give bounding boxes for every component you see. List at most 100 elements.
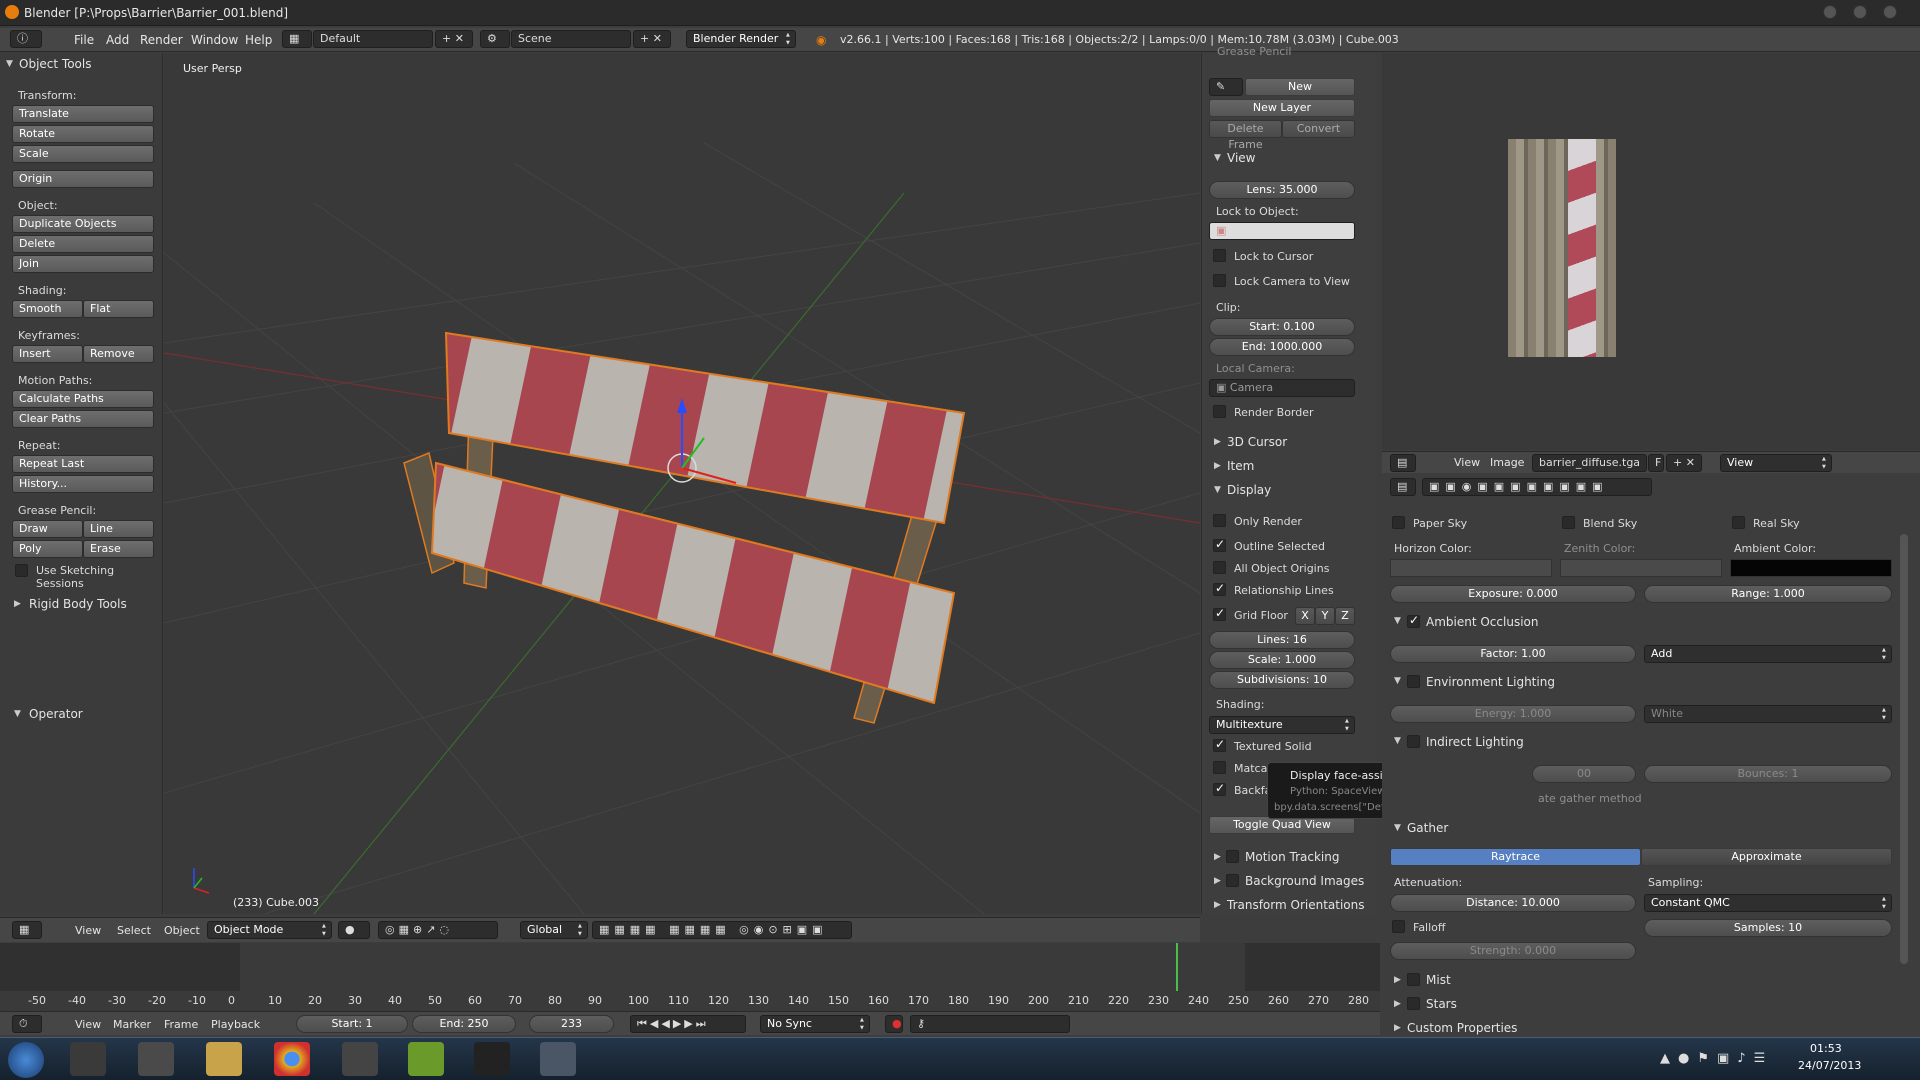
falloff-checkbox[interactable] (1392, 920, 1405, 933)
view-section-header[interactable]: View (1227, 151, 1255, 165)
grid-y-toggle[interactable]: Y (1315, 607, 1335, 625)
collapse-arrow-icon[interactable]: ▼ (1394, 676, 1401, 686)
transform-orientations-header[interactable]: Transform Orientations (1227, 898, 1365, 912)
gather-header[interactable]: Gather (1407, 821, 1448, 835)
local-camera-field[interactable]: ▣ Camera (1209, 379, 1355, 397)
grid-z-toggle[interactable]: Z (1335, 607, 1355, 625)
background-images-header[interactable]: Background Images (1245, 874, 1364, 888)
horizon-color-swatch[interactable] (1390, 559, 1552, 577)
bounces-field[interactable]: Bounces: 1 (1644, 765, 1892, 783)
distance-field[interactable]: Distance: 10.000 (1390, 894, 1636, 912)
collapse-arrow-icon[interactable]: ▼ (6, 59, 13, 69)
explorer-icon[interactable] (206, 1042, 242, 1076)
orientation-dropdown[interactable]: Global (520, 921, 588, 939)
fake-user-button[interactable]: F (1648, 454, 1664, 472)
mode-dropdown[interactable]: Object Mode (207, 921, 332, 939)
motion-tracking-header[interactable]: Motion Tracking (1245, 850, 1339, 864)
samples-field[interactable]: Samples: 10 (1644, 919, 1892, 937)
playback-menu[interactable]: Playback (211, 1018, 260, 1031)
item-header[interactable]: Item (1227, 459, 1254, 473)
window-app-icon[interactable] (70, 1042, 106, 1076)
clear-paths-button[interactable]: Clear Paths (12, 410, 154, 428)
draw-button[interactable]: Draw (12, 520, 83, 538)
new-layer-button[interactable]: New Layer (1209, 99, 1355, 117)
view-mode-dropdown[interactable]: View (1720, 454, 1832, 472)
menu-help[interactable]: Help (245, 33, 272, 47)
object-menu[interactable]: Object (164, 924, 200, 937)
strength-field[interactable]: Strength: 0.000 (1390, 942, 1636, 960)
menu-render[interactable]: Render (140, 33, 183, 47)
translate-button[interactable]: Translate (12, 105, 154, 123)
layout-add-remove[interactable]: + ✕ (435, 30, 473, 48)
image-editor-view[interactable] (1382, 53, 1920, 450)
scene-field[interactable]: Scene (511, 30, 631, 48)
mist-checkbox[interactable] (1407, 973, 1420, 986)
delete-frame-button[interactable]: Delete Frame (1209, 120, 1282, 151)
editor-type-icon[interactable]: ▦ (12, 921, 42, 939)
collapse-arrow-icon[interactable]: ▼ (1394, 736, 1401, 746)
lock-camera-checkbox[interactable] (1213, 274, 1226, 287)
render-border-checkbox[interactable] (1213, 405, 1226, 418)
start-button[interactable] (8, 1042, 44, 1078)
new-grease-button[interactable]: New (1245, 78, 1355, 96)
energy-field[interactable]: Energy: 1.000 (1390, 705, 1636, 723)
playback-controls[interactable]: ⏮◀◀▶▶⏭ (630, 1015, 746, 1033)
marker-menu[interactable]: Marker (113, 1018, 151, 1031)
display-header[interactable]: Display (1227, 483, 1271, 497)
indirect-lighting-checkbox[interactable] (1407, 735, 1420, 748)
matcap-checkbox[interactable] (1213, 761, 1226, 774)
blend-sky-checkbox[interactable] (1562, 516, 1575, 529)
scale-button[interactable]: Scale (12, 145, 154, 163)
scene-icon[interactable]: ⚙ (480, 30, 510, 48)
image-menu[interactable]: Image (1490, 456, 1524, 469)
system-tray-icons[interactable]: ▲●⚑▣♪☰ (1660, 1051, 1773, 1066)
expand-arrow-icon[interactable]: ▶ (1394, 999, 1401, 1009)
close-button[interactable] (1883, 5, 1897, 19)
layers-and-snapping[interactable]: ▦▦▦▦ ▦▦▦▦ ◎◉⊙⊞▣▣ (592, 921, 852, 939)
current-frame-marker[interactable] (1176, 943, 1178, 991)
grid-x-toggle[interactable]: X (1295, 607, 1315, 625)
expand-arrow-icon[interactable]: ▶ (1394, 1023, 1401, 1033)
record-icon[interactable]: ● (885, 1015, 903, 1033)
editor-type-icon[interactable]: ⓘ (10, 30, 42, 48)
image-add-remove[interactable]: + ✕ (1666, 454, 1702, 472)
shading-dropdown[interactable]: Multitexture (1209, 716, 1355, 734)
zenith-color-swatch[interactable] (1560, 559, 1722, 577)
render-engine-dropdown[interactable]: Blender Render (686, 30, 796, 48)
expand-arrow-icon[interactable]: ▶ (1214, 876, 1221, 886)
environment-lighting-checkbox[interactable] (1407, 675, 1420, 688)
steam-icon[interactable] (342, 1042, 378, 1076)
lock-object-field[interactable]: ▣ (1209, 222, 1355, 240)
remove-keyframe-button[interactable]: Remove (83, 345, 154, 363)
origin-button[interactable]: Origin (12, 170, 154, 188)
raytrace-button[interactable]: Raytrace (1390, 848, 1641, 866)
clip-start-field[interactable]: Start: 0.100 (1209, 318, 1355, 336)
game-app-icon[interactable] (138, 1042, 174, 1076)
grid-scale-field[interactable]: Scale: 1.000 (1209, 651, 1355, 669)
end-frame-field[interactable]: End: 250 (412, 1015, 516, 1033)
backface-checkbox[interactable] (1213, 781, 1226, 796)
ao-factor-field[interactable]: Factor: 1.00 (1390, 645, 1636, 663)
all-origins-checkbox[interactable] (1213, 561, 1226, 574)
clip-end-field[interactable]: End: 1000.000 (1209, 338, 1355, 356)
collapse-arrow-icon[interactable]: ▼ (1214, 153, 1221, 163)
line-button[interactable]: Line (83, 520, 154, 538)
collapse-arrow-icon[interactable]: ▼ (14, 709, 21, 719)
blender-taskbar-icon[interactable] (540, 1042, 576, 1076)
calculate-paths-button[interactable]: Calculate Paths (12, 390, 154, 408)
editor-type-icon[interactable]: ▤ (1390, 454, 1416, 472)
sketching-checkbox[interactable] (15, 564, 28, 577)
maximize-button[interactable] (1853, 5, 1867, 19)
indirect-factor-field[interactable]: 00 (1532, 765, 1636, 783)
expand-arrow-icon[interactable]: ▶ (1394, 975, 1401, 985)
expand-arrow-icon[interactable]: ▶ (1214, 437, 1221, 447)
erase-button[interactable]: Erase (83, 540, 154, 558)
collapse-arrow-icon[interactable]: ▼ (1394, 823, 1401, 833)
3d-cursor-header[interactable]: 3D Cursor (1227, 435, 1287, 449)
expand-arrow-icon[interactable]: ▶ (1214, 852, 1221, 862)
ambient-occlusion-header[interactable]: Ambient Occlusion (1426, 615, 1538, 629)
grid-subdivisions-field[interactable]: Subdivisions: 10 (1209, 671, 1355, 689)
collapse-arrow-icon[interactable]: ▼ (1394, 616, 1401, 626)
history-button[interactable]: History... (12, 475, 154, 493)
rotate-button[interactable]: Rotate (12, 125, 154, 143)
